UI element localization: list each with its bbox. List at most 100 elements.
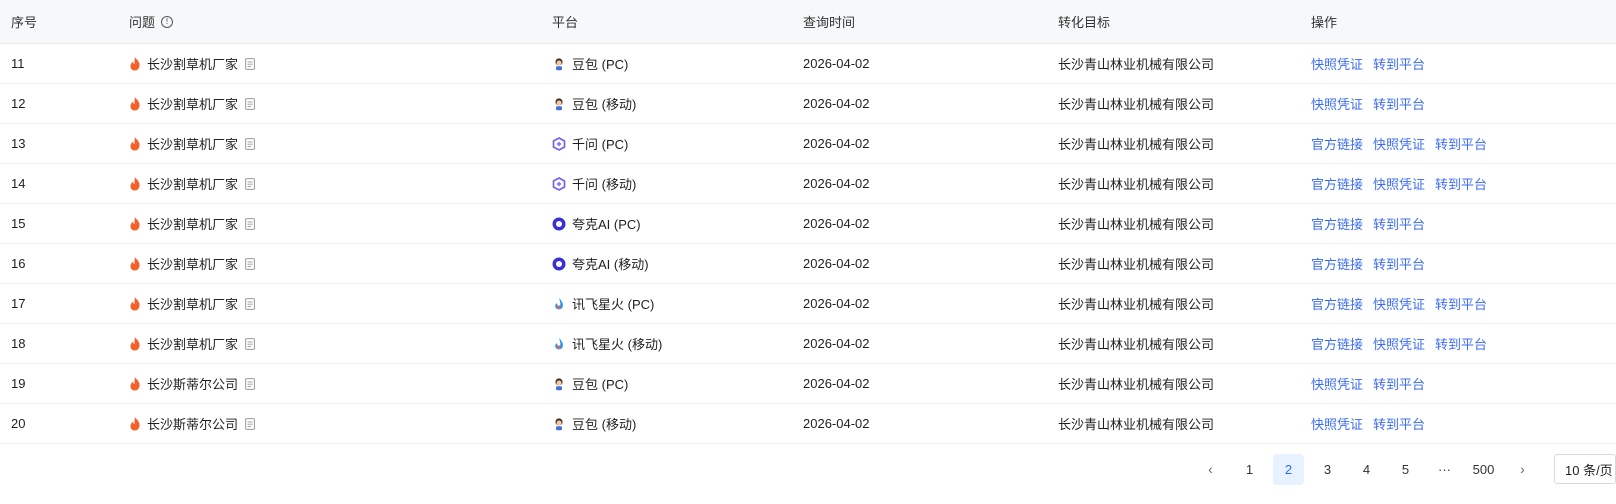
- row-platform: 豆包 (PC): [543, 374, 796, 393]
- row-index: 18: [11, 336, 26, 351]
- op-link[interactable]: 官方链接: [1311, 294, 1363, 313]
- question-text: 长沙割草机厂家: [147, 137, 239, 152]
- next-page-button[interactable]: ›: [1507, 454, 1538, 485]
- fire-icon: [129, 377, 147, 391]
- platform-text: 讯飞星火 (移动): [572, 337, 663, 352]
- page-3[interactable]: 3: [1312, 454, 1343, 485]
- copy-icon[interactable]: [238, 217, 255, 230]
- op-link[interactable]: 转到平台: [1435, 134, 1487, 153]
- table-row: 17 长沙割草机厂家 讯飞星火 (PC) 2026-04-02 长沙青山林业机械…: [0, 284, 1616, 324]
- fire-icon: [129, 297, 147, 311]
- row-query-time: 2026-04-02: [803, 296, 870, 311]
- header-platform: 平台: [552, 15, 579, 30]
- op-link[interactable]: 快照凭证: [1311, 374, 1363, 393]
- row-target: 长沙青山林业机械有限公司: [1058, 377, 1215, 392]
- op-link[interactable]: 转到平台: [1373, 414, 1425, 433]
- op-link[interactable]: 转到平台: [1435, 334, 1487, 353]
- row-ops: 官方链接 快照凭证 转到平台: [1302, 294, 1616, 313]
- header-question-label: 问题: [129, 15, 156, 30]
- row-query-time: 2026-04-02: [803, 96, 870, 111]
- row-platform: 夸克AI (移动): [543, 254, 796, 273]
- row-query-time: 2026-04-02: [803, 56, 870, 71]
- op-link[interactable]: 官方链接: [1311, 334, 1363, 353]
- copy-icon[interactable]: [238, 337, 255, 350]
- row-query-time: 2026-04-02: [803, 336, 870, 351]
- copy-icon[interactable]: [238, 417, 255, 430]
- table-row: 12 长沙割草机厂家 豆包 (移动) 2026-04-02 长沙青山林业机械有限…: [0, 84, 1616, 124]
- op-link[interactable]: 官方链接: [1311, 254, 1363, 273]
- question-text: 长沙斯蒂尔公司: [147, 417, 239, 432]
- copy-icon[interactable]: [238, 137, 255, 150]
- fire-icon: [129, 177, 147, 191]
- row-ops: 快照凭证 转到平台: [1302, 414, 1616, 433]
- row-target: 长沙青山林业机械有限公司: [1058, 217, 1215, 232]
- pagination-ellipsis[interactable]: ···: [1429, 454, 1460, 485]
- platform-text: 豆包 (移动): [572, 97, 637, 112]
- row-target: 长沙青山林业机械有限公司: [1058, 137, 1215, 152]
- row-platform: 讯飞星火 (移动): [543, 334, 796, 353]
- pagination: ‹ 12345 ··· 500 › 10 条/页: [0, 450, 1616, 488]
- op-link[interactable]: 转到平台: [1435, 294, 1487, 313]
- page-1[interactable]: 1: [1234, 454, 1265, 485]
- op-link[interactable]: 快照凭证: [1373, 134, 1425, 153]
- table-row: 20 长沙斯蒂尔公司 豆包 (移动) 2026-04-02 长沙青山林业机械有限…: [0, 404, 1616, 444]
- page-size-select[interactable]: 10 条/页: [1554, 454, 1616, 484]
- op-link[interactable]: 快照凭证: [1373, 334, 1425, 353]
- op-link[interactable]: 快照凭证: [1311, 94, 1363, 113]
- platform-text: 夸克AI (移动): [572, 257, 649, 272]
- row-question: 长沙斯蒂尔公司: [122, 414, 543, 433]
- op-link[interactable]: 快照凭证: [1311, 414, 1363, 433]
- page-2[interactable]: 2: [1273, 453, 1304, 485]
- row-question: 长沙割草机厂家: [122, 294, 543, 313]
- copy-icon[interactable]: [238, 257, 255, 270]
- platform-text: 讯飞星火 (PC): [572, 297, 655, 312]
- table-header: 序号 问题 ! 平台 查询时间 转化目标 操作: [0, 0, 1616, 44]
- row-ops: 官方链接 快照凭证 转到平台: [1302, 134, 1616, 153]
- header-question: 问题 !: [122, 12, 543, 31]
- row-query-time: 2026-04-02: [803, 376, 870, 391]
- question-text: 长沙割草机厂家: [147, 217, 239, 232]
- op-link[interactable]: 转到平台: [1435, 174, 1487, 193]
- page-4[interactable]: 4: [1351, 454, 1382, 485]
- copy-icon[interactable]: [238, 377, 255, 390]
- question-text: 长沙割草机厂家: [147, 337, 239, 352]
- question-text: 长沙割草机厂家: [147, 257, 239, 272]
- row-platform: 夸克AI (PC): [543, 214, 796, 233]
- row-ops: 官方链接 转到平台: [1302, 254, 1616, 273]
- info-icon[interactable]: !: [161, 15, 174, 28]
- fire-icon: [129, 417, 147, 431]
- op-link[interactable]: 快照凭证: [1311, 54, 1363, 73]
- copy-icon[interactable]: [238, 297, 255, 310]
- fire-icon: [129, 57, 147, 71]
- platform-text: 豆包 (PC): [572, 57, 629, 72]
- op-link[interactable]: 转到平台: [1373, 214, 1425, 233]
- row-target: 长沙青山林业机械有限公司: [1058, 417, 1215, 432]
- copy-icon[interactable]: [238, 177, 255, 190]
- question-text: 长沙割草机厂家: [147, 97, 239, 112]
- question-text: 长沙斯蒂尔公司: [147, 377, 239, 392]
- quark-icon: [552, 257, 572, 271]
- prev-page-button[interactable]: ‹: [1195, 454, 1226, 485]
- row-index: 14: [11, 176, 26, 191]
- row-question: 长沙割草机厂家: [122, 214, 543, 233]
- op-link[interactable]: 官方链接: [1311, 174, 1363, 193]
- op-link[interactable]: 转到平台: [1373, 54, 1425, 73]
- op-link[interactable]: 转到平台: [1373, 254, 1425, 273]
- quark-icon: [552, 217, 572, 231]
- header-ops: 操作: [1311, 15, 1338, 30]
- copy-icon[interactable]: [238, 97, 255, 110]
- platform-text: 千问 (PC): [572, 137, 629, 152]
- row-index: 20: [11, 416, 26, 431]
- copy-icon[interactable]: [238, 57, 255, 70]
- page-5[interactable]: 5: [1390, 454, 1421, 485]
- question-text: 长沙割草机厂家: [147, 177, 239, 192]
- op-link[interactable]: 转到平台: [1373, 374, 1425, 393]
- op-link[interactable]: 快照凭证: [1373, 174, 1425, 193]
- row-platform: 千问 (PC): [543, 134, 796, 153]
- op-link[interactable]: 快照凭证: [1373, 294, 1425, 313]
- op-link[interactable]: 官方链接: [1311, 134, 1363, 153]
- fire-icon: [129, 97, 147, 111]
- op-link[interactable]: 官方链接: [1311, 214, 1363, 233]
- op-link[interactable]: 转到平台: [1373, 94, 1425, 113]
- page-last[interactable]: 500: [1468, 454, 1499, 485]
